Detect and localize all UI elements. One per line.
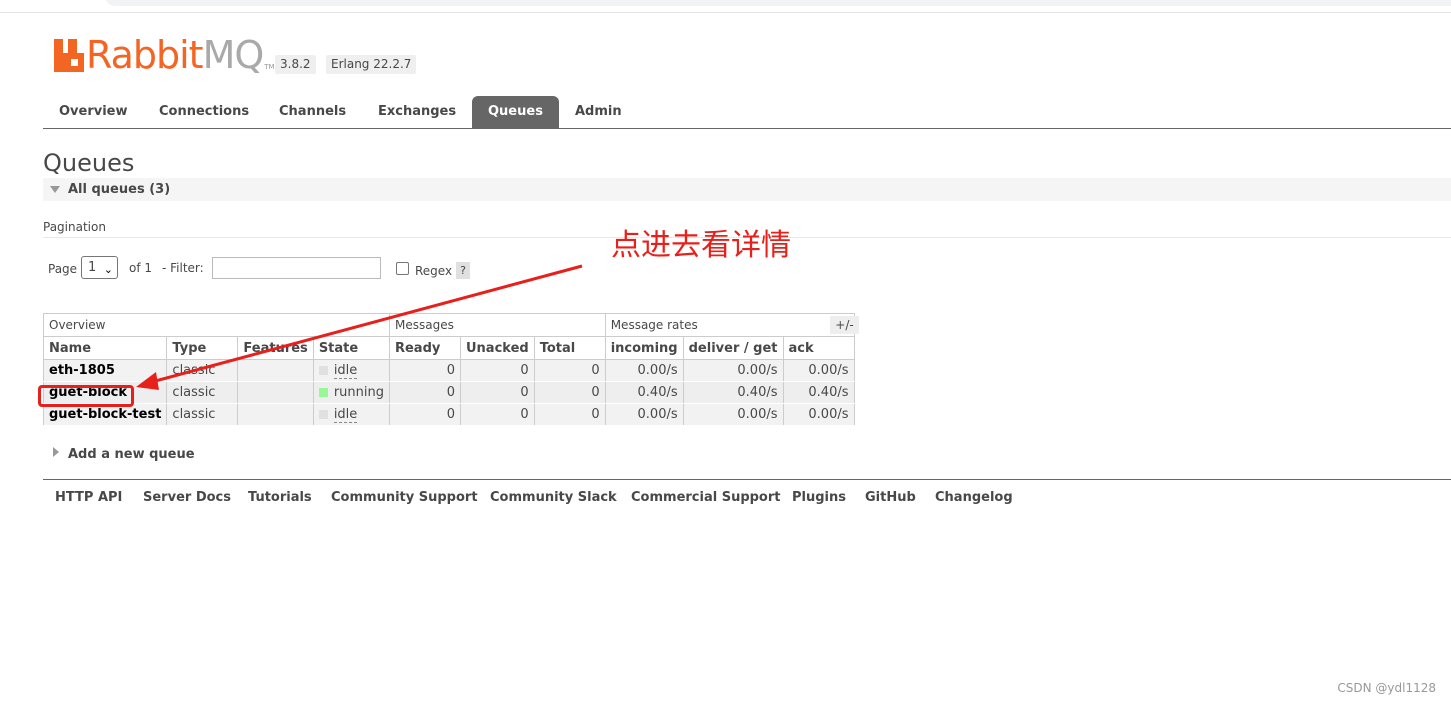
- group-header-messages: Messages: [388, 313, 606, 337]
- queue-unacked: 0: [459, 381, 535, 404]
- footer-link-tutorials[interactable]: Tutorials: [248, 490, 312, 505]
- queue-deliver-get: 0.00/s: [682, 403, 784, 426]
- queue-state: idle: [312, 403, 390, 426]
- queue-deliver-get: 0.00/s: [682, 359, 784, 382]
- queues-table: Overview Messages Message rates Name Typ…: [42, 313, 855, 426]
- regex-label: Regex: [415, 264, 453, 278]
- state-running-icon: [318, 388, 328, 397]
- main-nav-tabs: Overview Connections Channels Exchanges …: [43, 96, 1451, 129]
- footer-link-community-slack[interactable]: Community Slack: [490, 490, 617, 505]
- queue-ready: 0: [388, 403, 461, 426]
- queue-total: 0: [533, 359, 606, 382]
- erlang-version-badge: Erlang 22.2.7: [326, 55, 417, 74]
- pagination-label: Pagination: [43, 220, 106, 234]
- footer-link-github[interactable]: GitHub: [865, 490, 916, 505]
- add-queue-toggle[interactable]: Add a new queue: [53, 447, 195, 462]
- queue-incoming: 0.00/s: [604, 403, 684, 426]
- col-deliver-get[interactable]: deliver / get: [682, 336, 784, 360]
- page-select[interactable]: 1 ⌄: [81, 256, 118, 279]
- queue-total: 0: [533, 403, 606, 426]
- state-idle-icon: [318, 410, 328, 419]
- footer-link-plugins[interactable]: Plugins: [792, 490, 846, 505]
- queue-incoming: 0.00/s: [604, 359, 684, 382]
- col-state[interactable]: State: [312, 336, 390, 360]
- queue-ready: 0: [388, 381, 461, 404]
- column-toggle-button[interactable]: +/-: [830, 316, 859, 334]
- rabbit-icon: [54, 39, 84, 72]
- queue-features: [237, 403, 314, 426]
- footer-link-server-docs[interactable]: Server Docs: [143, 490, 231, 505]
- table-row: eth-1805 classic idle 0 0 0 0.00/s 0.00/…: [42, 359, 855, 382]
- regex-checkbox[interactable]: [396, 262, 409, 275]
- footer-links: HTTP API Server Docs Tutorials Community…: [43, 479, 1451, 510]
- queue-features: [237, 381, 314, 404]
- table-row: guet-block classic running 0 0 0 0.40/s …: [42, 381, 855, 404]
- queue-ack: 0.00/s: [782, 403, 855, 426]
- queue-state: idle: [312, 359, 390, 382]
- section-title: All queues (3): [68, 182, 171, 197]
- tab-overview[interactable]: Overview: [43, 96, 144, 128]
- queue-type: classic: [166, 359, 239, 382]
- expand-triangle-icon: [53, 447, 59, 457]
- collapse-triangle-icon: [50, 186, 60, 193]
- queue-ack: 0.40/s: [782, 381, 855, 404]
- queue-features: [237, 359, 314, 382]
- tab-admin[interactable]: Admin: [559, 96, 638, 128]
- col-ack[interactable]: ack: [782, 336, 855, 360]
- queue-unacked: 0: [459, 403, 535, 426]
- watermark: CSDN @ydl1128: [1337, 681, 1436, 695]
- col-incoming[interactable]: incoming: [604, 336, 684, 360]
- footer-link-commercial-support[interactable]: Commercial Support: [631, 490, 781, 505]
- col-features[interactable]: Features: [237, 336, 314, 360]
- queue-name-link[interactable]: eth-1805: [42, 359, 168, 382]
- col-type[interactable]: Type: [166, 336, 239, 360]
- page-title: Queues: [43, 149, 135, 177]
- page-count-label: of 1: [129, 261, 153, 275]
- queue-ack: 0.00/s: [782, 359, 855, 382]
- group-header-overview: Overview: [43, 313, 390, 337]
- logo-trademark: TM: [264, 63, 275, 71]
- state-idle-icon: [318, 366, 328, 375]
- address-bar[interactable]: [105, 0, 1451, 6]
- queue-deliver-get: 0.40/s: [682, 381, 784, 404]
- footer-link-community-support[interactable]: Community Support: [331, 490, 478, 505]
- footer-link-changelog[interactable]: Changelog: [935, 490, 1013, 505]
- footer-link-http-api[interactable]: HTTP API: [55, 490, 122, 505]
- filter-label: - Filter:: [162, 261, 204, 275]
- tab-exchanges[interactable]: Exchanges: [362, 96, 472, 128]
- col-ready[interactable]: Ready: [388, 336, 461, 360]
- table-row: guet-block-test classic idle 0 0 0 0.00/…: [42, 403, 855, 426]
- col-total[interactable]: Total: [533, 336, 606, 360]
- col-unacked[interactable]: Unacked: [459, 336, 535, 360]
- page-label: Page: [48, 262, 78, 276]
- col-name[interactable]: Name: [42, 336, 168, 360]
- annotation-text: 点进去看详情: [611, 228, 791, 263]
- all-queues-section-toggle[interactable]: All queues (3): [43, 178, 1451, 201]
- tab-connections[interactable]: Connections: [143, 96, 265, 128]
- queue-type: classic: [166, 381, 239, 404]
- logo-wordmark: RabbitMQ: [86, 33, 264, 77]
- annotation-highlight-box: [38, 385, 134, 407]
- tab-channels[interactable]: Channels: [263, 96, 362, 128]
- queue-ready: 0: [388, 359, 461, 382]
- browser-top-strip: [0, 0, 1451, 13]
- queue-unacked: 0: [459, 359, 535, 382]
- queue-state: running: [312, 381, 390, 404]
- chevron-down-icon: ⌄: [103, 263, 113, 276]
- queue-total: 0: [533, 381, 606, 404]
- tab-queues[interactable]: Queues: [472, 96, 559, 128]
- group-header-message-rates: Message rates: [604, 313, 855, 337]
- rabbitmq-logo[interactable]: RabbitMQ TM: [54, 33, 275, 77]
- filter-input[interactable]: [212, 257, 381, 279]
- queue-type: classic: [166, 403, 239, 426]
- queue-incoming: 0.40/s: [604, 381, 684, 404]
- regex-help-button[interactable]: ?: [456, 262, 470, 279]
- version-badge: 3.8.2: [275, 55, 316, 74]
